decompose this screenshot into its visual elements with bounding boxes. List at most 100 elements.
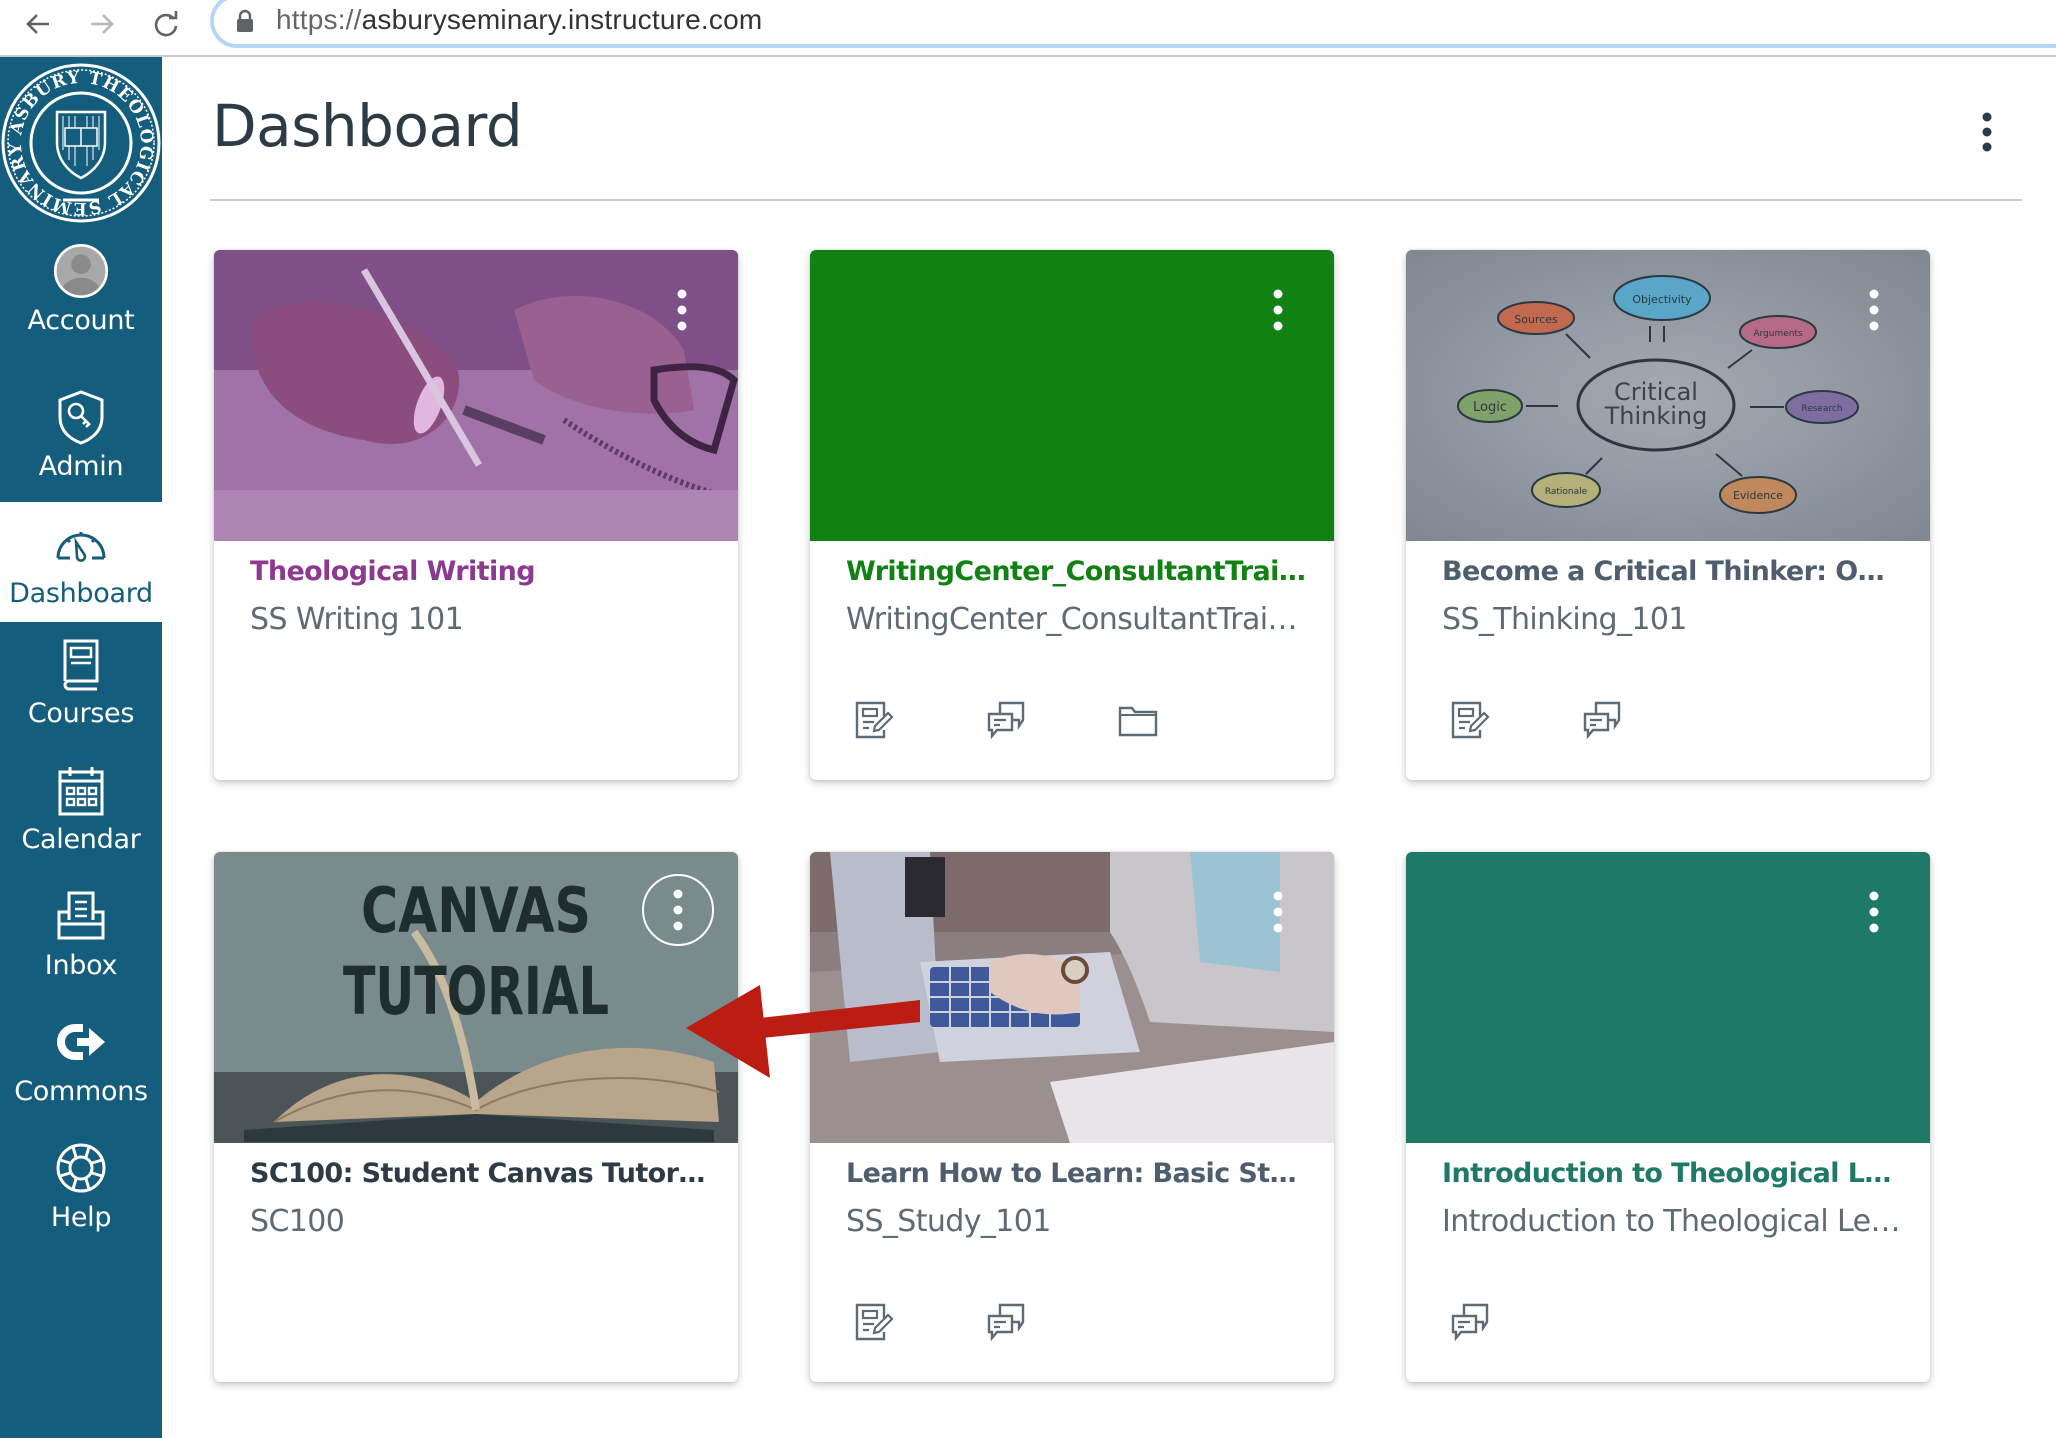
mindmap-word: Research — [1801, 404, 1842, 414]
card-hero-image[interactable]: CANVAS TUTORIAL — [214, 852, 738, 1143]
inbox-icon — [53, 888, 109, 944]
nav-label-help: Help — [50, 1201, 112, 1233]
nav-item-commons[interactable]: Commons — [0, 1000, 162, 1120]
course-card-sc100[interactable]: CANVAS TUTORIAL SC100: Student Canvas Tu… — [214, 852, 738, 1382]
course-card-writingcenter[interactable]: WritingCenter_ConsultantTraining Writing… — [810, 250, 1334, 780]
course-card-critical-thinker[interactable]: Objectivity Sources Arguments Logic Crit… — [1406, 250, 1930, 780]
nav-item-help[interactable]: Help — [0, 1126, 162, 1246]
back-button[interactable] — [18, 4, 58, 44]
assignments-icon[interactable] — [854, 1302, 894, 1342]
hero-text-tutorial: TUTORIAL — [343, 953, 609, 1030]
mindmap-word: Evidence — [1733, 489, 1783, 502]
discussions-icon[interactable] — [1450, 1302, 1490, 1342]
global-nav-sidebar: ASBURY THEOLOGICAL SEMINARY Account Admi… — [0, 57, 162, 1438]
speedometer-icon — [53, 516, 109, 572]
card-hero-image[interactable] — [810, 852, 1334, 1143]
arrow-right-icon — [91, 14, 114, 34]
card-action-links — [1450, 1302, 1490, 1350]
laptop-typing-image — [810, 852, 1334, 1143]
book-icon — [53, 636, 109, 692]
course-card-intro-theological-learning[interactable]: Introduction to Theological Learning Int… — [1406, 852, 1930, 1382]
kebab-menu-icon — [1869, 289, 1879, 331]
card-hero-color[interactable] — [1406, 852, 1930, 1143]
files-icon[interactable] — [1118, 700, 1158, 740]
card-action-links — [854, 1302, 1026, 1350]
reload-button[interactable] — [146, 4, 186, 44]
reload-icon — [154, 11, 178, 37]
nav-label-commons: Commons — [14, 1075, 148, 1107]
lock-icon — [237, 9, 253, 32]
nav-item-calendar[interactable]: Calendar — [0, 748, 162, 868]
discussions-icon[interactable] — [986, 700, 1026, 740]
calendar-icon — [53, 762, 109, 818]
card-options-button[interactable] — [1266, 286, 1290, 342]
kebab-menu-icon — [673, 889, 683, 931]
discussions-icon[interactable] — [986, 1302, 1026, 1342]
nav-item-dashboard[interactable]: Dashboard — [0, 502, 162, 622]
course-title[interactable]: Theological Writing — [250, 556, 710, 587]
card-action-links — [854, 700, 1158, 748]
course-title[interactable]: Become a Critical Thinker: Objectivity — [1442, 556, 1902, 587]
dashboard-options-button[interactable] — [1970, 108, 2004, 158]
commons-icon — [53, 1014, 109, 1070]
forward-button[interactable] — [82, 4, 122, 44]
card-hero-color[interactable] — [810, 250, 1334, 541]
course-title[interactable]: WritingCenter_ConsultantTraining — [846, 556, 1306, 587]
nav-label-dashboard: Dashboard — [9, 577, 153, 609]
nav-item-courses[interactable]: Courses — [0, 622, 162, 742]
url-text[interactable]: https://asburyseminary.instructure.com — [276, 4, 762, 36]
card-options-button-focused[interactable] — [642, 874, 714, 946]
kebab-menu-icon — [677, 289, 687, 331]
mindmap-word: Rationale — [1545, 487, 1588, 497]
hero-text-canvas: CANVAS — [361, 874, 591, 947]
nav-item-account[interactable]: Account — [0, 229, 162, 349]
kebab-menu-icon — [1982, 112, 1992, 152]
browser-toolbar: https://asburyseminary.instructure.com — [0, 0, 2056, 57]
seminary-logo[interactable]: ASBURY THEOLOGICAL SEMINARY — [0, 57, 162, 229]
lifebuoy-icon — [53, 1140, 109, 1196]
kebab-menu-icon — [1869, 891, 1879, 933]
card-options-button[interactable] — [1862, 286, 1886, 342]
assignments-icon[interactable] — [854, 700, 894, 740]
course-code: SS_Thinking_101 — [1442, 602, 1687, 637]
nav-label-account: Account — [27, 304, 135, 336]
course-title[interactable]: Learn How to Learn: Basic Study Skills — [846, 1158, 1306, 1189]
card-hero-image[interactable]: Objectivity Sources Arguments Logic Crit… — [1406, 250, 1930, 541]
nav-label-calendar: Calendar — [21, 823, 141, 855]
course-code: SS Writing 101 — [250, 602, 464, 637]
course-card-learn-how-to-learn[interactable]: Learn How to Learn: Basic Study Skills S… — [810, 852, 1334, 1382]
course-card-theological-writing[interactable]: Theological Writing SS Writing 101 — [214, 250, 738, 780]
course-title[interactable]: SC100: Student Canvas Tutorial Course — [250, 1158, 710, 1189]
course-code: WritingCenter_ConsultantTraining — [846, 602, 1306, 637]
card-action-links — [1450, 700, 1622, 748]
card-hero-image[interactable] — [214, 250, 738, 541]
kebab-menu-icon — [1273, 891, 1283, 933]
discussions-icon[interactable] — [1582, 700, 1622, 740]
mindmap-word: Objectivity — [1632, 293, 1692, 306]
nav-label-admin: Admin — [38, 450, 124, 482]
url-scheme: https:// — [276, 4, 362, 35]
header-divider — [210, 199, 2022, 201]
shield-key-icon — [53, 389, 109, 445]
page-title: Dashboard — [212, 92, 523, 160]
nav-item-inbox[interactable]: Inbox — [0, 874, 162, 994]
card-options-button[interactable] — [670, 286, 694, 342]
course-code: Introduction to Theological Learning — [1442, 1204, 1902, 1239]
mindmap-word: Logic — [1473, 400, 1507, 415]
course-code: SS_Study_101 — [846, 1204, 1051, 1239]
card-options-button[interactable] — [1862, 888, 1886, 944]
nav-label-inbox: Inbox — [44, 949, 118, 981]
critical-thinking-mindmap-image: Objectivity Sources Arguments Logic Crit… — [1406, 250, 1930, 541]
card-options-button[interactable] — [1266, 888, 1290, 944]
assignments-icon[interactable] — [1450, 700, 1490, 740]
course-code: SC100 — [250, 1204, 345, 1239]
mindmap-word: Thinking — [1604, 402, 1708, 430]
nav-label-courses: Courses — [27, 697, 135, 729]
course-title[interactable]: Introduction to Theological Learning — [1442, 1158, 1902, 1189]
asbury-seal-logo: ASBURY THEOLOGICAL SEMINARY — [1, 63, 161, 223]
mindmap-word: Arguments — [1753, 329, 1803, 339]
kebab-menu-icon — [1273, 289, 1283, 331]
nav-item-admin[interactable]: Admin — [0, 375, 162, 495]
mindmap-word: Sources — [1514, 313, 1558, 326]
writing-hand-image — [214, 250, 738, 541]
